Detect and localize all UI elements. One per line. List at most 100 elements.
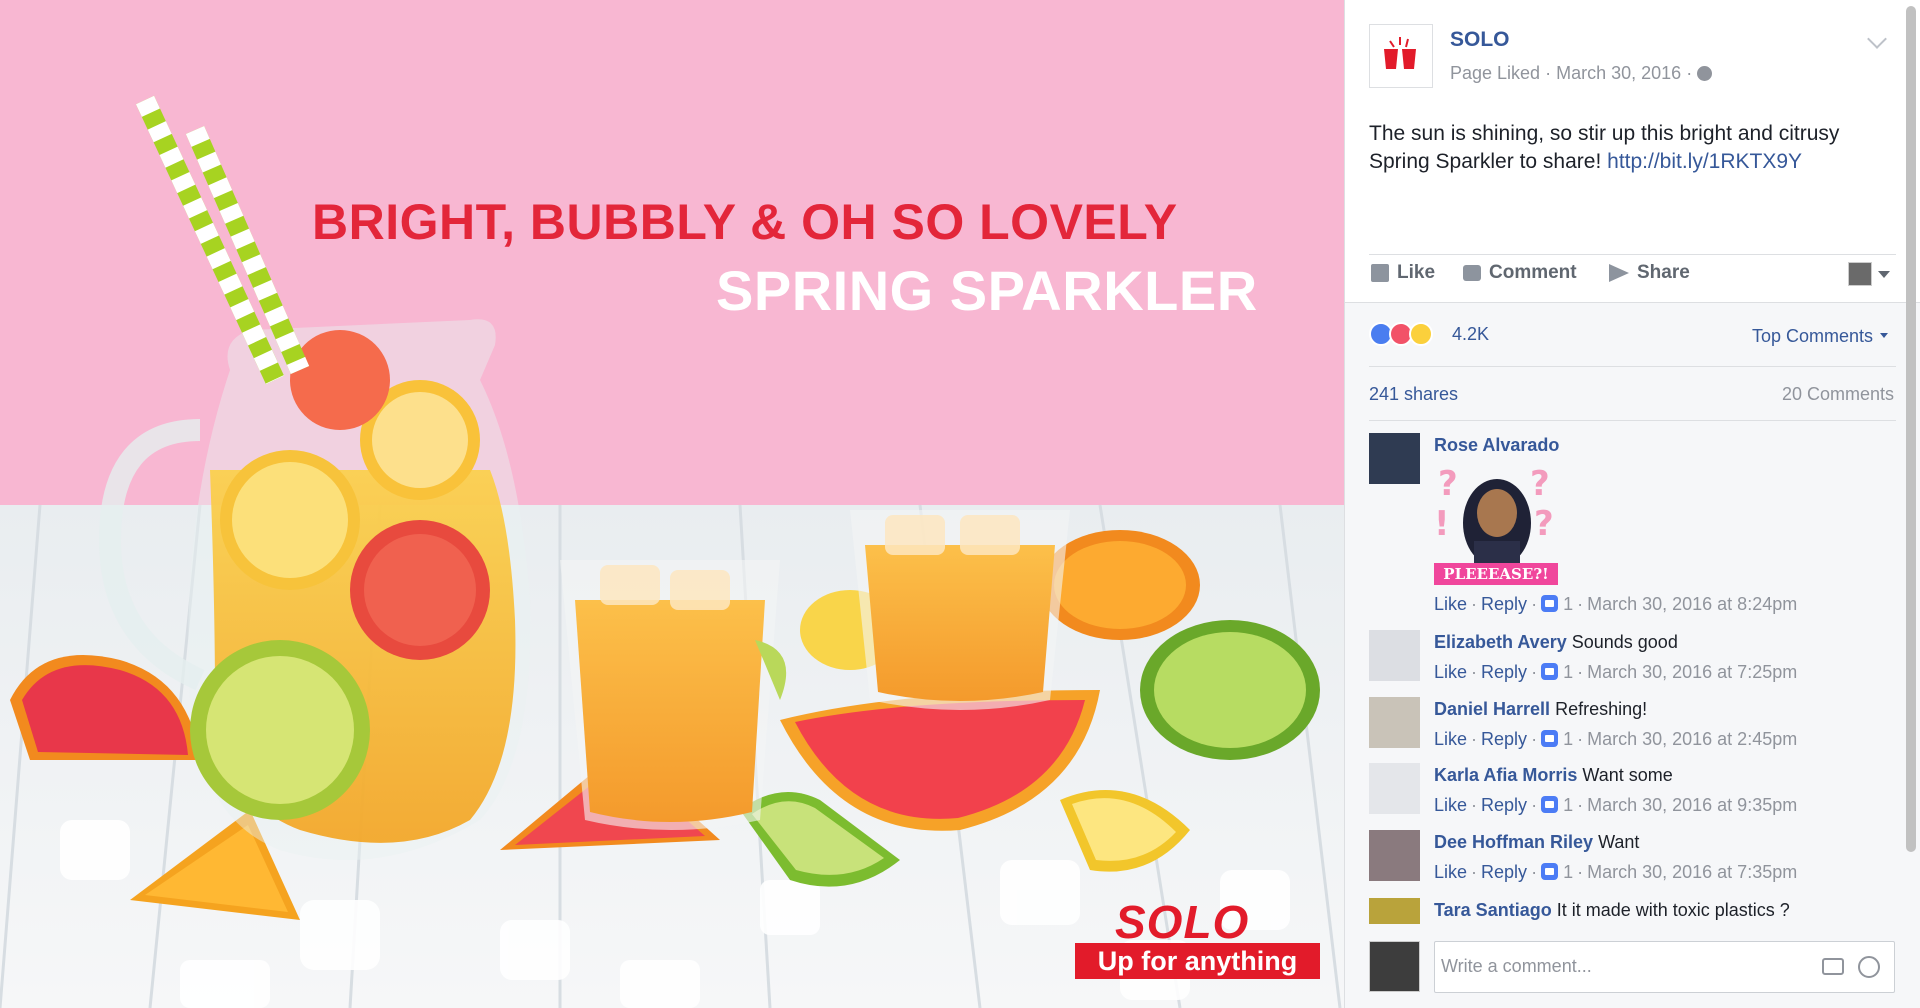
comment-text: Want some [1582, 765, 1673, 785]
divider [1369, 366, 1896, 367]
comment-author[interactable]: Daniel Harrell [1434, 699, 1550, 719]
comment-sticker[interactable]: ?? !? PLEEEASE?! [1434, 461, 1560, 586]
solo-logo-wordmark: SOLO [1115, 896, 1250, 948]
commenter-avatar[interactable] [1369, 763, 1420, 814]
comment-item: Rose Alvarado ?? !? PLEEEASE?! Like · Repl… [1369, 433, 1896, 618]
comment-text: Sounds good [1571, 632, 1678, 652]
like-button-label: Like [1397, 262, 1436, 283]
post-meta: Page Liked · March 30, 2016 · [1450, 63, 1713, 84]
comments-count[interactable]: 20 Comments [1782, 384, 1894, 405]
like-badge-icon [1541, 663, 1559, 680]
like-badge-icon [1541, 796, 1559, 813]
page-liked-label: Page Liked [1450, 63, 1541, 83]
comment-text: It it made with toxic plastics ? [1556, 900, 1790, 920]
comment-reply-link[interactable]: Reply [1481, 729, 1527, 749]
comment-timestamp[interactable]: March 30, 2016 at 7:25pm [1587, 662, 1797, 682]
comment-timestamp[interactable]: March 30, 2016 at 9:35pm [1587, 795, 1797, 815]
comment-reply-link[interactable]: Reply [1481, 594, 1527, 614]
comment-author[interactable]: Karla Afia Morris [1434, 765, 1577, 785]
comment-button-label: Comment [1489, 262, 1577, 283]
comment-author[interactable]: Rose Alvarado [1434, 435, 1559, 455]
like-badge-icon [1541, 863, 1559, 880]
camera-icon[interactable] [1822, 958, 1844, 975]
emoji-icon[interactable] [1858, 956, 1880, 978]
page-name[interactable]: SOLO [1450, 28, 1510, 52]
comment-item: Daniel Harrell Refreshing! Like · Reply · 1… [1369, 697, 1896, 752]
post-photo[interactable]: BRIGHT, BUBBLY & OH SO LOVELY SPRING SPA… [0, 0, 1344, 1008]
solo-brand-logo: SOLO Up for anything [1075, 895, 1320, 985]
post-as-selector[interactable] [1848, 262, 1890, 286]
commenter-avatar[interactable] [1369, 830, 1420, 881]
caret-down-icon [1880, 333, 1888, 338]
post-side-panel: SOLO Page Liked · March 30, 2016 · The s… [1344, 0, 1920, 1008]
thumbs-up-icon [1371, 264, 1389, 282]
divider [1369, 254, 1896, 255]
comment-author[interactable]: Elizabeth Avery [1434, 632, 1567, 652]
comment-reply-link[interactable]: Reply [1481, 862, 1527, 882]
comment-author[interactable]: Dee Hoffman Riley [1434, 832, 1593, 852]
divider [1369, 420, 1896, 421]
comment-item: Dee Hoffman Riley Want Like · Reply · 1 · Mar… [1369, 830, 1896, 885]
comment-like-link[interactable]: Like [1434, 795, 1467, 815]
comment-author[interactable]: Tara Santiago [1434, 900, 1552, 920]
share-arrow-icon [1609, 264, 1629, 282]
comment-like-count[interactable]: 1 [1563, 662, 1573, 682]
comment-composer[interactable]: Write a comment... [1434, 941, 1895, 993]
comment-like-count[interactable]: 1 [1563, 795, 1573, 815]
composer-avatar[interactable] [1369, 941, 1420, 992]
svg-text:?: ? [1534, 504, 1554, 544]
svg-text:!: ! [1434, 504, 1450, 544]
commenter-avatar[interactable] [1369, 630, 1420, 681]
comment-reply-link[interactable]: Reply [1481, 662, 1527, 682]
comment-timestamp[interactable]: March 30, 2016 at 2:45pm [1587, 729, 1797, 749]
user-avatar [1848, 262, 1872, 286]
commenter-avatar[interactable] [1369, 898, 1420, 924]
post-link[interactable]: http://bit.ly/1RKTX9Y [1607, 150, 1802, 173]
speech-bubble-icon [1463, 265, 1481, 281]
comment-like-link[interactable]: Like [1434, 662, 1467, 682]
comment-button[interactable]: Comment [1463, 262, 1577, 284]
post-text: The sun is shining, so stir up this brig… [1369, 120, 1899, 176]
photo-headline-line1: BRIGHT, BUBBLY & OH SO LOVELY [312, 194, 1178, 250]
shares-count[interactable]: 241 shares [1369, 384, 1458, 405]
comment-timestamp[interactable]: March 30, 2016 at 8:24pm [1587, 594, 1797, 614]
comment-timestamp[interactable]: March 30, 2016 at 7:35pm [1587, 862, 1797, 882]
commenter-avatar[interactable] [1369, 433, 1420, 484]
share-button-label: Share [1637, 262, 1690, 283]
sticker-caption: PLEEEASE?! [1434, 563, 1558, 585]
comment-sort-dropdown[interactable]: Top Comments [1752, 326, 1888, 347]
reaction-count[interactable]: 4.2K [1452, 324, 1489, 345]
comment-like-count[interactable]: 1 [1563, 729, 1573, 749]
solo-cups-logo-icon [1384, 37, 1416, 69]
comment-like-count[interactable]: 1 [1563, 862, 1573, 882]
svg-text:?: ? [1530, 464, 1550, 504]
share-button[interactable]: Share [1609, 262, 1690, 284]
comment-item: Elizabeth Avery Sounds good Like · Reply · … [1369, 630, 1896, 685]
spring-sparkler-illustration [0, 0, 1344, 1008]
caret-down-icon [1878, 270, 1890, 278]
comment-like-link[interactable]: Like [1434, 594, 1467, 614]
like-button[interactable]: Like [1371, 262, 1435, 284]
post-date[interactable]: March 30, 2016 [1556, 63, 1681, 83]
like-badge-icon [1541, 730, 1559, 747]
like-badge-icon [1541, 595, 1559, 612]
wow-reaction-icon [1409, 322, 1433, 346]
comment-like-link[interactable]: Like [1434, 729, 1467, 749]
svg-text:?: ? [1438, 464, 1458, 504]
photo-headline-line2: SPRING SPARKLER [716, 259, 1258, 322]
reaction-icons[interactable] [1369, 322, 1433, 346]
page-avatar[interactable] [1369, 24, 1433, 88]
comment-like-link[interactable]: Like [1434, 862, 1467, 882]
comment-reply-link[interactable]: Reply [1481, 795, 1527, 815]
globe-icon[interactable] [1697, 66, 1713, 81]
comment-item: Tara Santiago It it made with toxic plas… [1369, 898, 1896, 924]
scrollbar[interactable] [1906, 6, 1916, 852]
post-options-chevron-icon[interactable] [1867, 29, 1887, 49]
comment-text: Want [1598, 832, 1640, 852]
comment-input[interactable]: Write a comment... [1441, 956, 1592, 977]
comment-sort-label: Top Comments [1751, 326, 1873, 346]
comment-text: Refreshing! [1555, 699, 1648, 719]
comment-item: Karla Afia Morris Want some Like · Reply · … [1369, 763, 1896, 818]
commenter-avatar[interactable] [1369, 697, 1420, 748]
comment-like-count[interactable]: 1 [1563, 594, 1573, 614]
